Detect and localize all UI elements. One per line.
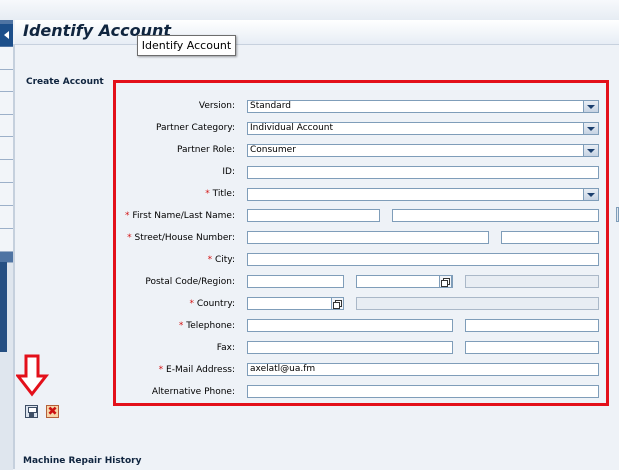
- sidebar-tab-7[interactable]: [0, 183, 13, 206]
- create-account-heading: Create Account: [26, 77, 104, 87]
- title-label: * Title:: [205, 189, 235, 199]
- sidebar-collapse-button[interactable]: [0, 24, 13, 46]
- sidebar-scroll-thumb[interactable]: [0, 262, 7, 352]
- chevron-down-icon[interactable]: [583, 123, 598, 134]
- street-input[interactable]: [247, 231, 489, 244]
- sidebar-tab-6[interactable]: [0, 160, 13, 183]
- required-marker: *: [127, 233, 132, 243]
- title-tooltip: Identify Account: [137, 35, 236, 56]
- chevron-down-icon[interactable]: [583, 145, 598, 156]
- telephone-input[interactable]: [247, 319, 453, 332]
- partner-category-select[interactable]: Individual Account: [247, 122, 599, 135]
- machine-repair-history-heading: Machine Repair History: [23, 456, 142, 466]
- street-label: * Street/House Number:: [127, 233, 235, 243]
- save-icon[interactable]: [25, 405, 38, 418]
- chevron-down-icon[interactable]: [583, 101, 598, 112]
- telephone-label: * Telephone:: [178, 321, 235, 331]
- version-label: Version:: [198, 101, 235, 111]
- chevron-down-icon[interactable]: [583, 189, 598, 200]
- sidebar-tab-9[interactable]: [0, 229, 13, 252]
- partner-role-value: Consumer: [250, 145, 296, 155]
- sidebar-separator: [13, 44, 15, 469]
- name-label: * First Name/Last Name:: [125, 211, 235, 221]
- last-name-input[interactable]: [392, 209, 599, 222]
- country-description: [356, 297, 599, 310]
- first-name-input[interactable]: [247, 209, 380, 222]
- sidebar-tab-8[interactable]: [0, 206, 13, 229]
- alt-phone-label: Alternative Phone:: [151, 387, 235, 397]
- country-input[interactable]: [247, 297, 344, 310]
- sidebar-tab-5[interactable]: [0, 137, 13, 160]
- city-label: * City:: [207, 255, 235, 265]
- required-marker: *: [125, 211, 130, 221]
- id-label: ID:: [222, 167, 235, 177]
- cancel-icon[interactable]: ✖: [46, 405, 59, 418]
- fax-label: Fax:: [216, 343, 235, 353]
- house-number-input[interactable]: [501, 231, 599, 244]
- required-marker: *: [205, 189, 210, 199]
- alt-phone-input[interactable]: [247, 385, 599, 398]
- email-input[interactable]: axelatl@ua.fm: [247, 363, 599, 376]
- required-marker: *: [178, 321, 184, 331]
- title-select[interactable]: [247, 188, 599, 201]
- version-value: Standard: [250, 101, 291, 111]
- sidebar-tab-4[interactable]: [0, 115, 13, 137]
- fax-input[interactable]: [247, 341, 453, 354]
- required-marker: *: [158, 365, 164, 375]
- city-input[interactable]: [247, 253, 599, 266]
- fax-extension-input[interactable]: [465, 341, 599, 354]
- value-help-icon[interactable]: [331, 297, 344, 310]
- email-label: * E-Mail Address:: [158, 365, 235, 375]
- sidebar-tab-2[interactable]: [0, 70, 13, 92]
- version-select[interactable]: Standard: [247, 100, 599, 113]
- value-help-icon[interactable]: [439, 275, 452, 288]
- top-strip: [0, 0, 619, 20]
- partner-role-select[interactable]: Consumer: [247, 144, 599, 157]
- sidebar-tab-1[interactable]: [0, 47, 13, 70]
- partner-category-label: Partner Category:: [155, 123, 235, 133]
- id-input[interactable]: [247, 166, 599, 179]
- required-marker: *: [207, 255, 213, 265]
- country-label: * Country:: [189, 299, 235, 309]
- partner-category-value: Individual Account: [250, 123, 334, 133]
- telephone-extension-input[interactable]: [465, 319, 599, 332]
- collapse-left-icon: [4, 31, 9, 39]
- required-marker: *: [189, 299, 194, 309]
- postal-code-input[interactable]: [247, 275, 344, 288]
- region-description: [465, 275, 599, 288]
- partner-role-label: Partner Role:: [177, 145, 235, 155]
- sidebar-tab-3[interactable]: [0, 92, 13, 115]
- red-down-arrow-icon: [16, 354, 50, 397]
- postal-label: Postal Code/Region:: [145, 277, 235, 287]
